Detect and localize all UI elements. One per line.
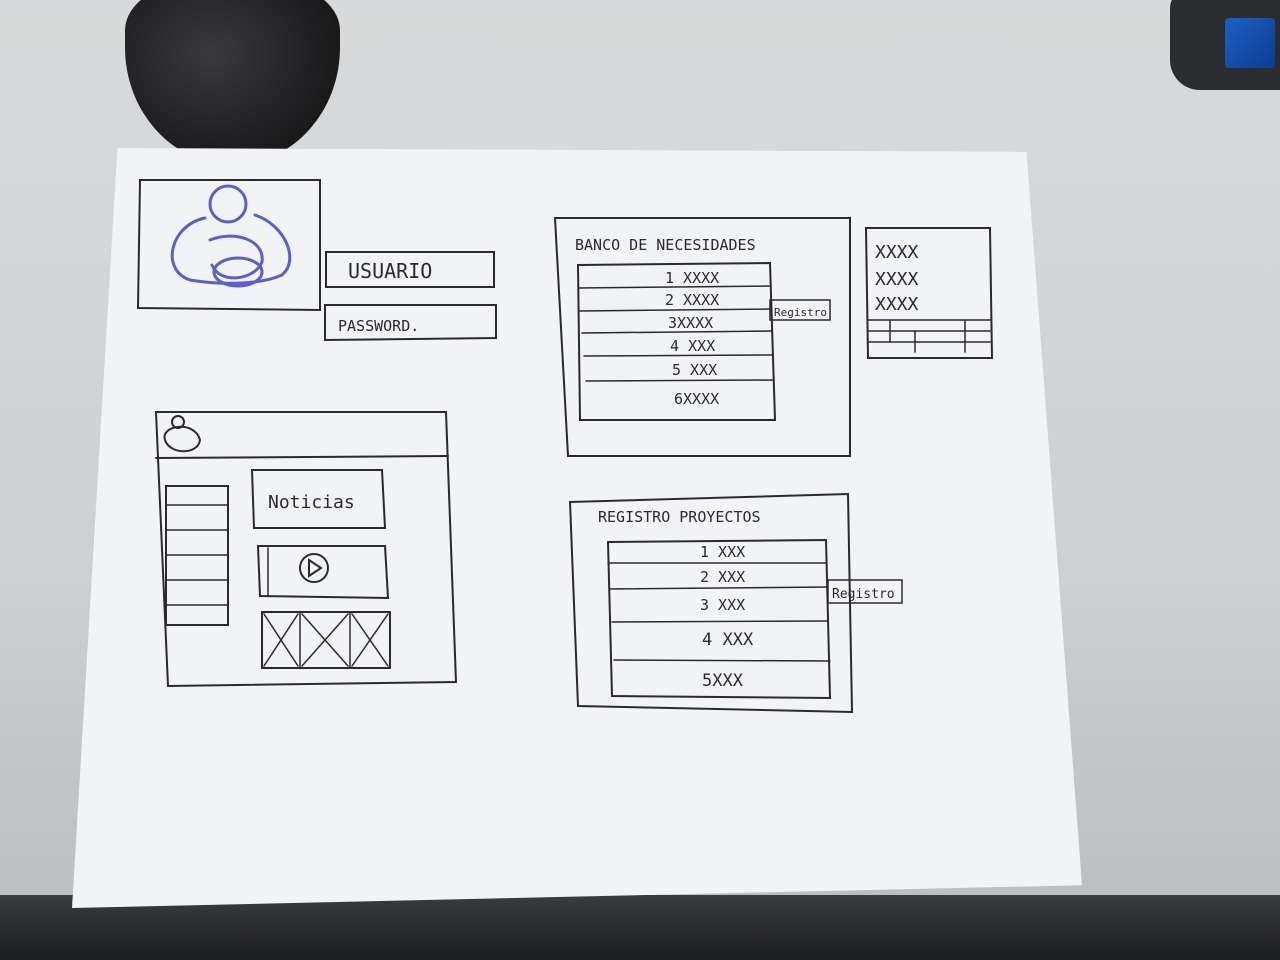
list-item: 6XXXX	[674, 390, 719, 408]
news-label: Noticias	[268, 492, 355, 513]
login-sketch: USUARIO PASSWORD.	[136, 179, 497, 342]
list-item: 2 XXXX	[665, 291, 719, 309]
projects-register-label: Registro	[832, 587, 895, 602]
login-logo-frame	[136, 179, 321, 312]
dashboard-header-divider	[155, 455, 449, 459]
list-item: 4 XXX	[670, 337, 715, 355]
dashboard-sidebar-items	[165, 504, 229, 606]
list-item: 4 XXX	[702, 630, 754, 650]
side-panel-sketch: XXXX XXXX XXXX	[864, 227, 994, 359]
side-panel-row: XXXX	[875, 269, 919, 290]
list-item: 3XXXX	[668, 314, 713, 332]
dashboard-logo-icon	[163, 415, 202, 453]
needs-bank-title: BANCO DE NECESIDADES	[575, 236, 756, 254]
dashboard-frame	[154, 411, 458, 688]
list-item: 5 XXX	[672, 361, 717, 379]
projects-title: REGISTRO PROYECTOS	[598, 508, 761, 526]
family-logo-icon	[170, 184, 292, 288]
projects-sketch: REGISTRO PROYECTOS 1 XXX 2 XXX 3 XXX 4 X…	[568, 492, 903, 714]
list-item: 3 XXX	[700, 596, 745, 614]
side-panel-grid	[867, 319, 991, 353]
list-item: 5XXX	[702, 671, 744, 691]
needs-register-label: Registro	[774, 306, 827, 319]
username-label: USUARIO	[348, 259, 432, 283]
needs-bank-sketch: BANCO DE NECESIDADES 1 XXXX 2 XXXX 3XXXX…	[553, 217, 851, 457]
dashboard-sketch: Noticias	[154, 411, 458, 688]
list-item: 1 XXX	[700, 543, 745, 561]
password-label: PASSWORD.	[338, 317, 419, 335]
image-placeholders	[263, 611, 389, 669]
list-item: 2 XXX	[700, 568, 745, 586]
side-panel-row: XXXX	[875, 294, 919, 315]
wireframe-sketch: USUARIO PASSWORD. BANCO DE NECESIDADES 1…	[136, 179, 994, 714]
side-panel-row: XXXX	[875, 242, 919, 263]
video-box	[256, 545, 390, 600]
play-icon[interactable]	[299, 553, 329, 583]
list-item: 1 XXXX	[665, 269, 719, 287]
